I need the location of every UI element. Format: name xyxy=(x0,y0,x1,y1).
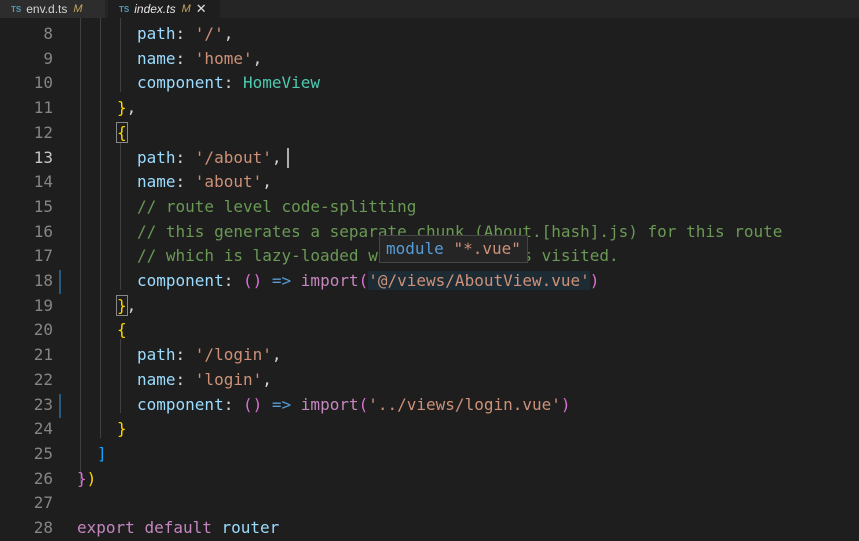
line-code: path: '/login', xyxy=(137,345,282,365)
tooltip-keyword: module xyxy=(386,239,444,258)
code-line: 25 ] xyxy=(0,442,859,467)
line-number: 8 xyxy=(43,24,53,43)
line-number: 13 xyxy=(33,147,53,167)
code-line: 22 name: 'login', xyxy=(0,368,859,393)
modified-badge: M xyxy=(73,3,83,15)
line-number: 10 xyxy=(33,73,53,93)
code-line: 27 xyxy=(0,491,859,516)
code-line: 23 component: () => import('../views/log… xyxy=(0,393,859,418)
line-number: 16 xyxy=(33,221,53,241)
code-line: 21 path: '/login', xyxy=(0,343,859,368)
text-cursor xyxy=(287,148,289,168)
code-line: 20 { xyxy=(0,318,859,343)
close-icon[interactable]: ✕ xyxy=(196,1,207,17)
line-code: }) xyxy=(77,468,97,488)
code-editor[interactable]: 8 path: '/', 9 name: 'home', 10 componen… xyxy=(0,18,859,540)
code-line: 10 component: HomeView xyxy=(0,71,859,96)
code-line: 9 name: 'home', xyxy=(0,47,859,72)
tab-bar: TS env.d.ts M TS index.ts M ✕ xyxy=(0,0,859,18)
code-line: 28 export default router xyxy=(0,516,859,541)
tooltip-module-name: "*.vue" xyxy=(453,239,521,258)
line-code: }, xyxy=(116,294,137,316)
tab-label: index.ts xyxy=(134,2,176,16)
tab-index-ts[interactable]: TS index.ts M ✕ xyxy=(108,0,220,18)
code-line: 19 }, xyxy=(0,294,859,319)
line-code: name: 'login', xyxy=(137,369,272,389)
code-line: 26 }) xyxy=(0,467,859,492)
line-code: path: '/', xyxy=(137,24,234,43)
line-number: 19 xyxy=(33,295,53,315)
code-line: 12 { xyxy=(0,121,859,146)
line-number: 21 xyxy=(33,345,53,365)
line-number: 28 xyxy=(33,518,53,537)
typescript-file-icon: TS xyxy=(119,4,130,14)
line-number: 22 xyxy=(33,369,53,389)
code-line: 24 } xyxy=(0,417,859,442)
line-code: { xyxy=(116,121,128,143)
line-code: component: () => import('@/views/AboutVi… xyxy=(137,271,600,290)
line-code: component: HomeView xyxy=(137,73,321,93)
line-code: } xyxy=(117,419,127,439)
line-code: ] xyxy=(97,443,107,463)
line-code: name: 'home', xyxy=(137,48,263,68)
line-number: 14 xyxy=(33,172,53,192)
code-line: 15 // route level code-splitting xyxy=(0,195,859,220)
tab-label: env.d.ts xyxy=(26,2,68,16)
line-number: 24 xyxy=(33,419,53,439)
tab-env-d-ts[interactable]: TS env.d.ts M xyxy=(0,0,105,18)
line-number: 9 xyxy=(43,48,53,68)
line-comment: // which is lazy-loaded when the route i… xyxy=(137,246,619,266)
line-number: 12 xyxy=(33,122,53,142)
line-code: }, xyxy=(117,98,137,118)
line-number: 17 xyxy=(33,246,53,266)
line-code: path: '/about', xyxy=(137,147,282,167)
line-number: 18 xyxy=(33,271,53,290)
line-number: 11 xyxy=(33,98,53,118)
code-line-current: 13 path: '/about', xyxy=(0,146,859,171)
line-code: component: () => import('../views/login.… xyxy=(137,394,571,414)
modified-badge: M xyxy=(181,3,191,15)
line-code: export default router xyxy=(77,518,280,537)
line-number: 27 xyxy=(33,493,53,513)
code-line: 11 }, xyxy=(0,96,859,121)
line-code: { xyxy=(117,320,127,340)
line-number: 26 xyxy=(33,468,53,488)
code-line: 14 name: 'about', xyxy=(0,170,859,195)
line-number: 15 xyxy=(33,196,53,216)
line-number: 23 xyxy=(33,394,53,414)
line-number: 25 xyxy=(33,443,53,463)
hover-tooltip: module "*.vue" xyxy=(379,235,528,263)
line-number: 20 xyxy=(33,320,53,340)
line-comment: // route level code-splitting xyxy=(137,196,417,216)
code-line: 8 path: '/', xyxy=(0,22,859,47)
code-line: 18 component: () => import('@/views/Abou… xyxy=(0,269,859,294)
typescript-file-icon: TS xyxy=(11,4,22,14)
line-code: name: 'about', xyxy=(137,172,272,192)
